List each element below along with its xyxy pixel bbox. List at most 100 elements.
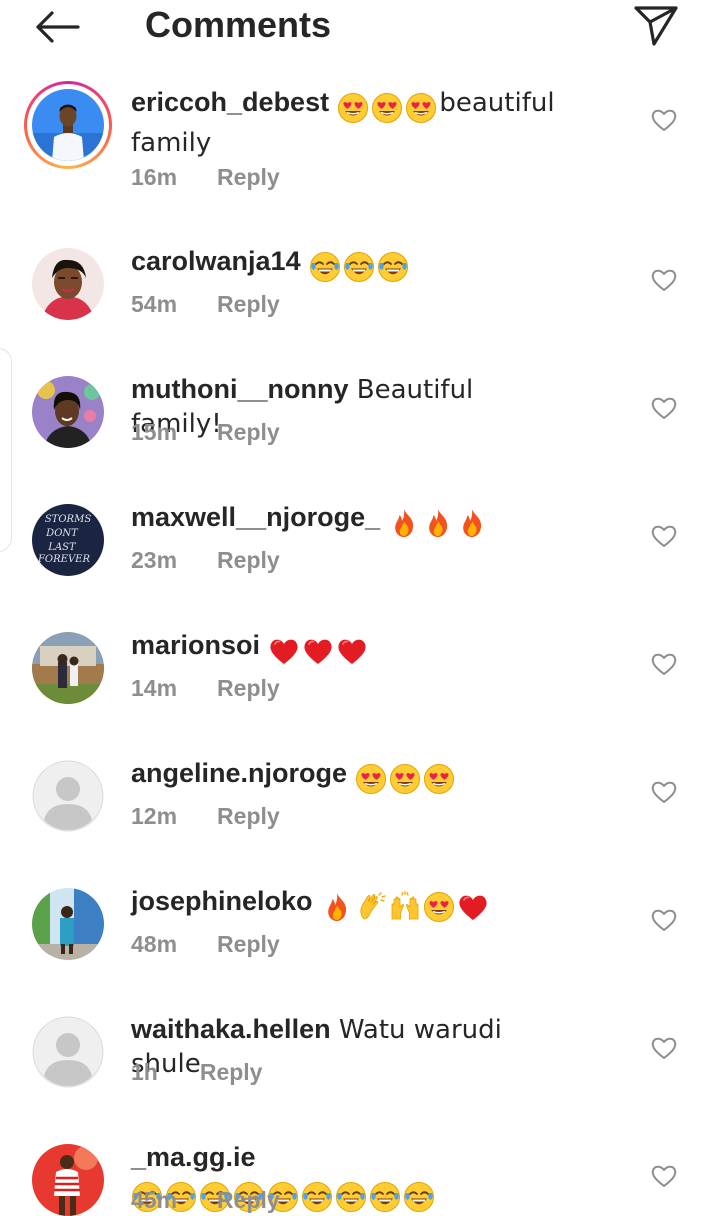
- comment-meta: 12m Reply: [131, 803, 280, 830]
- reply-button[interactable]: Reply: [217, 164, 280, 190]
- comment-meta: 23m Reply: [131, 547, 280, 574]
- avatar-button[interactable]: [24, 81, 112, 169]
- paper-plane-icon: [634, 6, 678, 46]
- avatar-button[interactable]: [32, 632, 104, 704]
- comment-text: josephineloko: [131, 884, 561, 925]
- heart-eyes-emoji-icon: [423, 892, 454, 922]
- comment-username[interactable]: muthoni__nonny: [131, 374, 349, 404]
- comment-emojis: [388, 507, 490, 541]
- tears-of-joy-emoji-icon: [370, 1182, 400, 1212]
- comment-time: 12m: [131, 803, 178, 829]
- avatar: [32, 376, 104, 448]
- comment-username[interactable]: carolwanja14: [131, 246, 301, 276]
- tears-of-joy-emoji-icon: [377, 252, 408, 282]
- comment-username[interactable]: maxwell__njoroge_: [131, 502, 380, 532]
- comment-meta: 1h Reply: [131, 1059, 262, 1086]
- fire-emoji-icon: [395, 509, 414, 537]
- reply-button[interactable]: Reply: [217, 803, 280, 829]
- avatar-button[interactable]: [32, 1144, 104, 1216]
- comment-text: ericcoh_debest beautiful family: [131, 85, 561, 160]
- header-bar: Comments: [0, 0, 720, 60]
- heart-outline-icon: [651, 781, 677, 803]
- reply-button[interactable]: Reply: [217, 547, 280, 573]
- like-button[interactable]: [650, 907, 678, 933]
- comment-text: maxwell__njoroge_: [131, 500, 561, 541]
- comment-time: 54m: [131, 291, 178, 317]
- comment-time: 15m: [131, 419, 178, 445]
- heart-outline-icon: [651, 1165, 677, 1187]
- like-button[interactable]: [650, 779, 678, 805]
- like-button[interactable]: [650, 1163, 678, 1189]
- like-button[interactable]: [650, 395, 678, 421]
- avatar: [32, 89, 104, 161]
- arrow-left-icon: [36, 11, 80, 43]
- like-button[interactable]: [650, 1035, 678, 1061]
- red-heart-emoji-icon: [459, 895, 487, 920]
- comment-emojis: [309, 251, 411, 285]
- like-button[interactable]: [650, 107, 678, 133]
- avatar-button[interactable]: [32, 248, 104, 320]
- comment-time: 14m: [131, 675, 178, 701]
- comment-emojis: [268, 635, 370, 669]
- comment-username[interactable]: marionsoi: [131, 630, 260, 660]
- svg-text:STORMS: STORMS: [45, 514, 91, 525]
- avatar: [32, 632, 104, 704]
- reply-button[interactable]: Reply: [217, 419, 280, 445]
- avatar-button[interactable]: [32, 1016, 104, 1088]
- like-button[interactable]: [650, 651, 678, 677]
- comment-meta: 48m Reply: [131, 931, 280, 958]
- comment-username[interactable]: ericcoh_debest: [131, 87, 329, 117]
- heart-outline-icon: [651, 1037, 677, 1059]
- comment-username[interactable]: _ma.gg.ie: [131, 1142, 256, 1172]
- share-button[interactable]: [630, 2, 682, 48]
- comment-username[interactable]: josephineloko: [131, 886, 313, 916]
- heart-outline-icon: [651, 525, 677, 547]
- reply-button[interactable]: Reply: [217, 1187, 280, 1213]
- avatar-button[interactable]: STORMS DONT LAST FOREVER: [32, 504, 104, 576]
- comment-meta: 15m Reply: [131, 419, 280, 446]
- fire-emoji-icon: [463, 509, 482, 537]
- back-button[interactable]: [30, 5, 84, 49]
- avatar: [32, 1144, 104, 1216]
- tears-of-joy-emoji-icon: [302, 1182, 332, 1212]
- like-button[interactable]: [650, 267, 678, 293]
- avatar: STORMS DONT LAST FOREVER: [32, 504, 104, 576]
- comment-time: 16m: [131, 164, 178, 190]
- svg-text:DONT: DONT: [45, 528, 79, 539]
- red-heart-emoji-icon: [304, 639, 332, 664]
- comment-meta: 45m Reply: [131, 1187, 280, 1214]
- avatar-button[interactable]: [32, 888, 104, 960]
- reply-button[interactable]: Reply: [217, 291, 280, 317]
- comment-text: angeline.njoroge: [131, 756, 561, 797]
- fire-emoji-icon: [327, 893, 346, 921]
- comment-text: carolwanja14: [131, 244, 561, 285]
- side-panel-edge[interactable]: [0, 348, 12, 552]
- svg-text:FOREVER: FOREVER: [37, 554, 90, 565]
- avatar-button[interactable]: [32, 760, 104, 832]
- avatar-button[interactable]: [32, 376, 104, 448]
- comment-meta: 54m Reply: [131, 291, 280, 318]
- heart-outline-icon: [651, 397, 677, 419]
- comment-username[interactable]: waithaka.hellen: [131, 1014, 331, 1044]
- avatar: [32, 1016, 104, 1088]
- heart-eyes-emoji-icon: [372, 93, 403, 123]
- reply-button[interactable]: Reply: [217, 675, 280, 701]
- heart-outline-icon: [651, 653, 677, 675]
- reply-button[interactable]: Reply: [200, 1059, 263, 1085]
- reply-button[interactable]: Reply: [217, 931, 280, 957]
- heart-eyes-emoji-icon: [390, 764, 421, 794]
- comment-emojis: [337, 92, 439, 126]
- comment-username[interactable]: angeline.njoroge: [131, 758, 347, 788]
- heart-eyes-emoji-icon: [338, 93, 369, 123]
- avatar: [32, 888, 104, 960]
- heart-outline-icon: [651, 269, 677, 291]
- comment-text: marionsoi: [131, 628, 561, 669]
- heart-eyes-emoji-icon: [406, 93, 437, 123]
- avatar: [32, 760, 104, 832]
- heart-eyes-emoji-icon: [424, 764, 455, 794]
- heart-eyes-emoji-icon: [356, 764, 387, 794]
- like-button[interactable]: [650, 523, 678, 549]
- clapping-hands-emoji-icon: [360, 892, 386, 920]
- comment-emojis: [321, 891, 491, 925]
- svg-text:LAST: LAST: [47, 542, 77, 553]
